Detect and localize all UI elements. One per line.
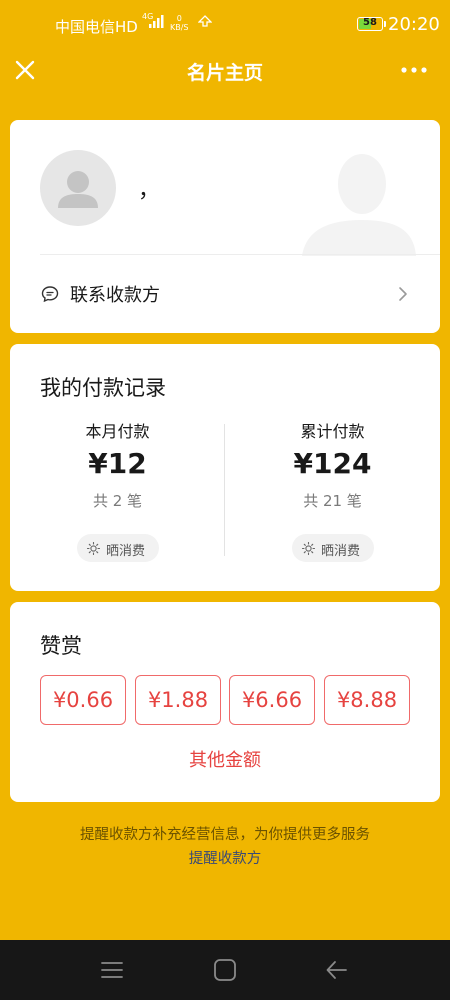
other-amount-link[interactable]: 其他金额 [10,746,440,772]
sun-icon [302,542,315,555]
profile-card: ， 联系收款方 [10,120,440,333]
tip-title: 赞赏 [40,634,82,658]
monthly-payment-stat: 本月付款 ¥12 共 2 笔 晒消费 [10,344,225,591]
total-payment-stat: 累计付款 ¥124 共 21 笔 晒消费 [225,344,440,591]
default-avatar-icon [58,171,98,208]
share-label: 晒消费 [321,544,361,559]
status-bar: 中国电信HD 4G 0 KB/S 58 20:20 [0,0,450,48]
home-icon[interactable] [212,957,238,983]
contact-payee-row[interactable]: 联系收款方 [10,255,440,333]
avatar[interactable] [40,150,116,226]
network-speed: 0 KB/S [170,14,189,32]
chat-bubble-icon [41,286,59,303]
stat-amount: ¥12 [88,447,147,480]
battery-tip [384,21,386,27]
chevron-right-icon [399,287,407,301]
system-nav-bar [0,940,450,1000]
stat-label: 累计付款 [300,422,365,441]
payment-records-card: 我的付款记录 本月付款 ¥12 共 2 笔 晒消费 累计付款 ¥124 共 21… [10,344,440,591]
stat-label: 本月付款 [85,422,150,441]
footer-hint: 提醒收款方补充经营信息，为你提供更多服务 [80,827,370,843]
clock: 20:20 [388,14,440,35]
sun-icon [87,542,100,555]
back-icon[interactable] [324,957,350,983]
contact-payee-label: 联系收款方 [70,285,160,306]
battery-percent: 58 [363,17,377,28]
nickname: ， [138,178,161,203]
remind-payee-link[interactable]: 提醒收款方 [0,847,450,868]
tip-amount-button[interactable]: ¥8.88 [324,675,410,725]
stat-count: 共 21 笔 [303,492,362,510]
tip-amount-button[interactable]: ¥1.88 [135,675,221,725]
tip-amount-button[interactable]: ¥0.66 [40,675,126,725]
share-consumption-button[interactable]: 晒消费 [77,534,159,562]
title-bar: 名片主页 [0,48,450,94]
tip-amounts: ¥0.66 ¥1.88 ¥6.66 ¥8.88 [40,675,410,725]
battery-icon: 58 [357,17,383,31]
menu-icon[interactable] [99,957,125,983]
stat-count: 共 2 笔 [92,492,143,510]
tip-amount-button[interactable]: ¥6.66 [229,675,315,725]
share-consumption-button[interactable]: 晒消费 [292,534,374,562]
speed-unit: KB/S [170,23,189,32]
carrier-name: 中国电信HD [55,18,138,36]
data-transfer-icon [198,15,212,27]
tip-card: 赞赏 ¥0.66 ¥1.88 ¥6.66 ¥8.88 其他金额 [10,602,440,802]
more-icon[interactable] [398,58,430,82]
stat-amount: ¥124 [293,447,372,480]
signal-icon [149,15,164,28]
speed-value: 0 [176,14,182,23]
person-silhouette-icon [302,154,416,256]
share-label: 晒消费 [106,544,146,559]
page-title: 名片主页 [186,62,263,84]
